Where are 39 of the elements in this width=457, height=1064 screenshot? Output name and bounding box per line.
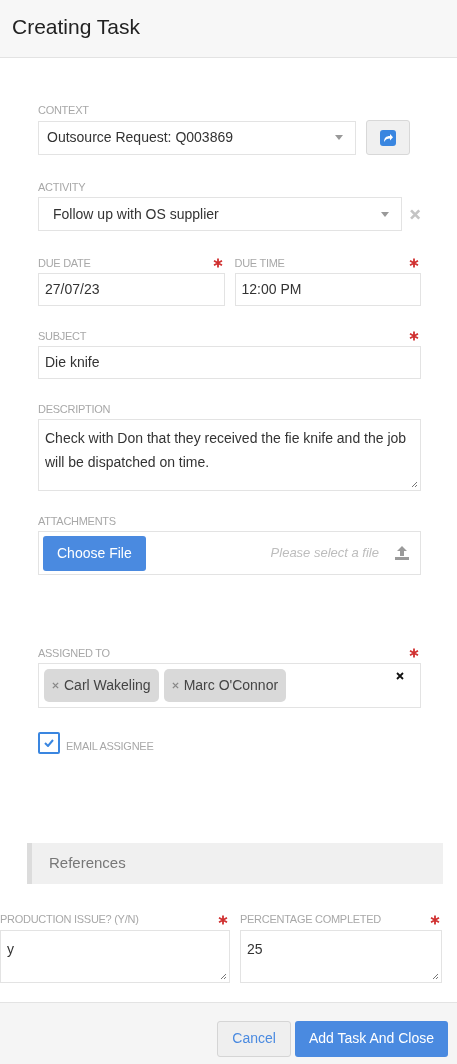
field-label: SUBJECT: [38, 328, 87, 344]
assignee-tag[interactable]: Carl Wakeling: [44, 669, 159, 702]
open-link-button[interactable]: [366, 120, 410, 155]
add-task-button[interactable]: Add Task And Close: [294, 1020, 448, 1057]
checkbox-label: EMAIL ASSIGNEE: [66, 739, 154, 754]
field-label: DUE DATE: [38, 255, 91, 271]
dropdown-caret-icon: [335, 135, 343, 140]
dropdown-caret-icon: [380, 211, 389, 217]
field-label: DUE TIME: [234, 255, 285, 271]
remove-icon[interactable]: [52, 682, 59, 689]
resize-handle-icon[interactable]: [410, 480, 418, 488]
multi-select-field[interactable]: Carl Wakeling Marc O'Connor: [38, 663, 421, 708]
check-icon: [44, 739, 54, 748]
field-label: PRODUCTION ISSUE? (Y/N): [0, 912, 139, 928]
field-label: DESCRIPTION: [38, 401, 111, 417]
input-field[interactable]: 12:00 PM: [234, 273, 421, 306]
input-field[interactable]: 27/07/23: [38, 273, 225, 306]
clear-icon[interactable]: [396, 672, 404, 680]
field-label: ACTIVITY: [38, 179, 86, 195]
select-field[interactable]: Outsource Request: Q003869: [38, 120, 356, 155]
checkbox[interactable]: [38, 732, 60, 755]
field-label: ASSIGNED TO: [38, 645, 110, 661]
text-area[interactable]: y: [0, 929, 230, 983]
assignee-tag[interactable]: Marc O'Connor: [163, 669, 287, 702]
text-area[interactable]: 25: [240, 929, 442, 983]
file-field[interactable]: Choose File Please select a file: [38, 531, 421, 575]
resize-handle-icon[interactable]: [431, 971, 439, 980]
field-label: CONTEXT: [38, 102, 89, 118]
remove-icon[interactable]: [171, 682, 179, 689]
input-field[interactable]: Die knife: [38, 346, 421, 379]
text-area[interactable]: Check with Don that they received the fie knife and the job will be dispatched on time.: [38, 419, 421, 491]
choose-file-button[interactable]: Choose File: [43, 535, 146, 571]
upload-icon: [394, 545, 410, 561]
dialog-title: Creating Task: [12, 16, 140, 40]
field-label: ATTACHMENTS: [38, 513, 116, 529]
resize-handle-icon[interactable]: [219, 971, 227, 980]
select-field[interactable]: Follow up with OS supplier: [38, 197, 402, 231]
section-title: References: [49, 852, 126, 873]
field-label: PERCENTAGE COMPLETED: [240, 912, 381, 928]
